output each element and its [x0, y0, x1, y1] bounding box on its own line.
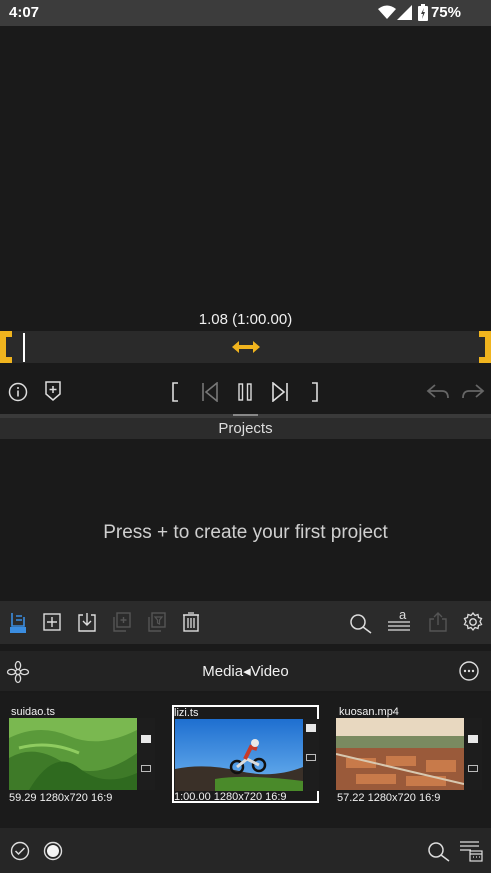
skip-back-icon[interactable]: [201, 382, 219, 402]
share-icon[interactable]: [429, 612, 447, 632]
projects-header: Projects: [0, 418, 491, 439]
new-project-icon[interactable]: [43, 613, 61, 631]
playback-controls: [0, 366, 491, 414]
media-search-icon[interactable]: [428, 842, 450, 862]
media-clip[interactable]: kuosan.mp4 57.22 1280x720 16:9: [334, 693, 491, 805]
audio-icon: [468, 765, 478, 772]
sort-calendar-icon[interactable]: [459, 840, 483, 862]
status-bar: 4:07 75%: [0, 0, 491, 26]
settings-icon[interactable]: [463, 612, 483, 632]
battery-percent: 75%: [430, 4, 461, 21]
clip-thumbnail: [175, 719, 303, 791]
audio-icon: [141, 765, 151, 772]
trim-handle-left[interactable]: [0, 331, 14, 363]
divider-grip[interactable]: [233, 414, 258, 416]
mark-out-icon[interactable]: [310, 382, 320, 402]
film-icon: [306, 724, 316, 732]
projects-list[interactable]: [0, 439, 491, 601]
trim-handle-right[interactable]: [477, 331, 491, 363]
duplicate-project-icon[interactable]: [113, 612, 131, 632]
undo-icon[interactable]: [426, 382, 450, 402]
status-time: 4:07: [9, 4, 40, 21]
film-icon: [468, 735, 478, 743]
mark-in-icon[interactable]: [170, 382, 180, 402]
media-browser: suidao.ts 59.29 1280x720 16:9 lizi.ts 1:…: [0, 693, 491, 828]
clip-thumbnail: [9, 718, 137, 790]
audio-icon: [306, 754, 316, 761]
sort-icon[interactable]: a: [386, 608, 412, 634]
drag-arrows-icon[interactable]: [232, 339, 260, 355]
media-clip-selected[interactable]: lizi.ts 1:00.00 1280x720 16:9: [172, 705, 319, 803]
wifi-icon: [378, 5, 396, 20]
import-icon[interactable]: [78, 612, 96, 632]
delete-icon[interactable]: [183, 612, 199, 632]
cellular-signal-icon: [397, 5, 412, 20]
record-toggle-icon[interactable]: [43, 841, 63, 861]
filter-project-icon[interactable]: [148, 612, 166, 632]
clip-side-panel: [138, 718, 155, 790]
media-clip[interactable]: suidao.ts 59.29 1280x720 16:9: [0, 693, 160, 805]
timecode-readout: 1.08 (1:00.00): [198, 311, 293, 328]
pause-icon[interactable]: [236, 382, 254, 402]
projects-folder-icon[interactable]: [9, 612, 27, 634]
select-check-icon[interactable]: [10, 841, 30, 861]
clip-filename: suidao.ts: [11, 706, 56, 718]
clip-info: 57.22 1280x720 16:9: [337, 792, 441, 804]
playhead[interactable]: [23, 333, 25, 362]
search-icon[interactable]: [350, 614, 372, 634]
svg-text:a: a: [399, 608, 407, 622]
clip-thumbnail: [336, 718, 464, 790]
clip-info: 59.29 1280x720 16:9: [9, 792, 113, 804]
clip-side-panel: [465, 718, 482, 790]
timeline-strip[interactable]: [0, 331, 491, 363]
project-toolbar: a: [0, 601, 491, 644]
film-icon: [141, 735, 151, 743]
redo-icon[interactable]: [461, 382, 485, 402]
clip-side-panel: [304, 719, 319, 791]
empty-projects-message: Press + to create your first project: [103, 522, 388, 543]
clip-info: 1:00.00 1280x720 16:9: [174, 791, 287, 803]
skip-forward-icon[interactable]: [271, 382, 289, 402]
clip-filename: kuosan.mp4: [339, 706, 399, 718]
battery-icon: [418, 4, 428, 21]
add-marker-icon[interactable]: [44, 381, 62, 401]
video-preview[interactable]: [0, 26, 491, 331]
media-breadcrumb[interactable]: Media◂Video: [0, 662, 491, 680]
info-icon[interactable]: [8, 382, 28, 402]
bottom-bar: [0, 828, 491, 873]
clip-filename: lizi.ts: [174, 707, 199, 719]
